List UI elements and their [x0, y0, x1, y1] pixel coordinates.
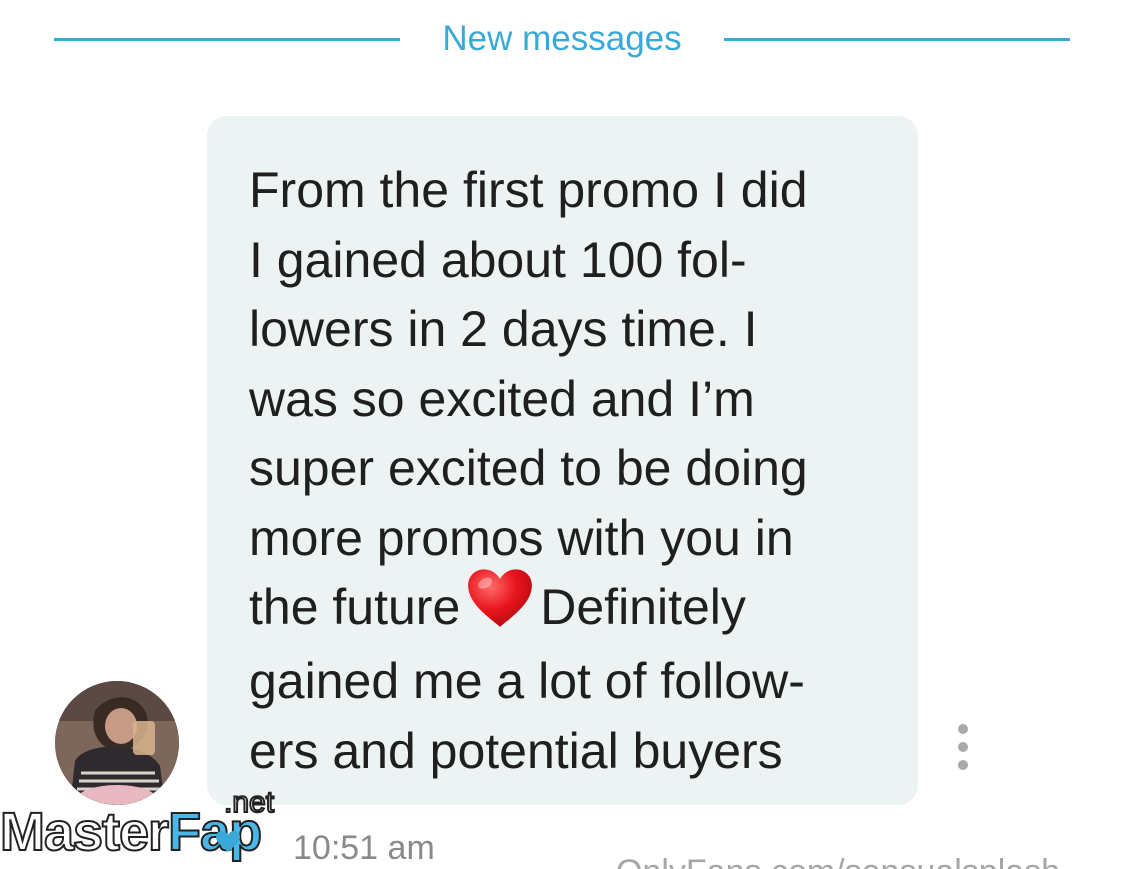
chat-screen: New messages From the first promo I did … — [0, 0, 1125, 869]
more-options-dot — [958, 724, 968, 734]
message-line: From the first promo I did — [249, 162, 808, 218]
message-line: I gained about 100 fol- — [249, 231, 747, 288]
message-line: the future Definitely — [249, 568, 878, 647]
message-line: super excited to be doing — [249, 440, 808, 496]
watermark-master: Master — [0, 802, 169, 862]
message-line: was so excited and I’m — [249, 370, 755, 427]
message-line: lowers in 2 days time. I — [249, 301, 758, 357]
message-line: ers and potential buyers — [249, 722, 783, 779]
message-line: more promos with you in — [249, 509, 794, 566]
watermark-fap: Fap — [168, 802, 261, 862]
red-heart-icon — [466, 567, 534, 648]
message-line: gained me a lot of follow- — [249, 653, 805, 710]
divider-line-right — [723, 37, 1071, 41]
new-messages-divider: New messages — [54, 14, 1071, 64]
message-text: Definitely — [540, 579, 746, 635]
more-options-dot — [958, 742, 968, 752]
message-text: the future — [249, 579, 461, 635]
profile-url: OnlyFans.com/sensualsplash — [616, 852, 1060, 869]
more-options-button[interactable] — [950, 724, 976, 770]
sender-avatar[interactable] — [55, 681, 179, 805]
message-timestamp: 10:51 am — [293, 829, 435, 867]
watermark-logo: .net MasterFap — [0, 785, 310, 869]
message-bubble[interactable]: From the first promo I did I gained abou… — [207, 116, 918, 805]
divider-line-left — [54, 37, 401, 41]
more-options-dot — [958, 760, 968, 770]
new-messages-label: New messages — [442, 19, 682, 58]
